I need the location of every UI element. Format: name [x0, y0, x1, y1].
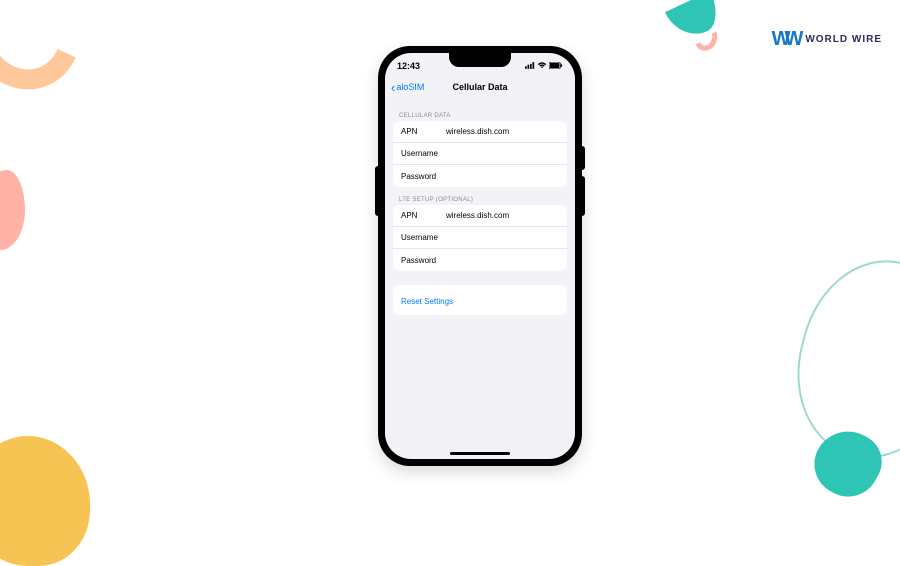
username-input[interactable]	[446, 149, 559, 158]
phone-frame: 12:43 ‹ aloSIM Cellular Data	[378, 46, 582, 466]
decoration-bottom-left-blob	[0, 436, 90, 566]
navigation-bar: ‹ aloSIM Cellular Data	[385, 75, 575, 99]
apn-input[interactable]	[446, 127, 559, 136]
phone-screen: 12:43 ‹ aloSIM Cellular Data	[385, 53, 575, 459]
brand-logo: WW WORLD WIRE	[772, 28, 882, 51]
lte-apn-row[interactable]: APN	[393, 205, 567, 227]
apn-row[interactable]: APN	[393, 121, 567, 143]
username-row[interactable]: Username	[393, 143, 567, 165]
lte-password-row[interactable]: Password	[393, 249, 567, 271]
status-time: 12:43	[397, 61, 420, 71]
lte-username-row[interactable]: Username	[393, 227, 567, 249]
lte-group: APN Username Password	[393, 205, 567, 271]
phone-notch	[449, 53, 511, 67]
section-header-lte: LTE SETUP (OPTIONAL)	[393, 187, 567, 205]
lte-apn-label: APN	[401, 211, 446, 220]
password-label: Password	[401, 172, 446, 181]
cellular-group: APN Username Password	[393, 121, 567, 187]
apn-label: APN	[401, 127, 446, 136]
lte-username-label: Username	[401, 233, 446, 242]
lte-username-input[interactable]	[446, 233, 559, 242]
phone-side-button	[375, 166, 378, 216]
brand-icon: WW	[772, 28, 798, 51]
wifi-icon	[537, 61, 547, 71]
password-row[interactable]: Password	[393, 165, 567, 187]
signal-icon	[525, 61, 535, 71]
section-header-cellular: CELLULAR DATA	[393, 103, 567, 121]
lte-password-input[interactable]	[446, 256, 559, 265]
decoration-top-left	[0, 0, 97, 105]
battery-icon	[549, 61, 563, 71]
lte-password-label: Password	[401, 256, 446, 265]
password-input[interactable]	[446, 172, 559, 181]
username-label: Username	[401, 149, 446, 158]
reset-settings-label: Reset Settings	[401, 297, 453, 306]
phone-side-button	[582, 146, 585, 170]
lte-apn-input[interactable]	[446, 211, 559, 220]
brand-text: WORLD WIRE	[805, 34, 882, 45]
home-indicator[interactable]	[450, 452, 510, 455]
page-title: Cellular Data	[385, 82, 575, 92]
reset-settings-button[interactable]: Reset Settings	[393, 285, 567, 315]
phone-side-button	[582, 176, 585, 216]
decoration-left-blob	[0, 170, 25, 250]
